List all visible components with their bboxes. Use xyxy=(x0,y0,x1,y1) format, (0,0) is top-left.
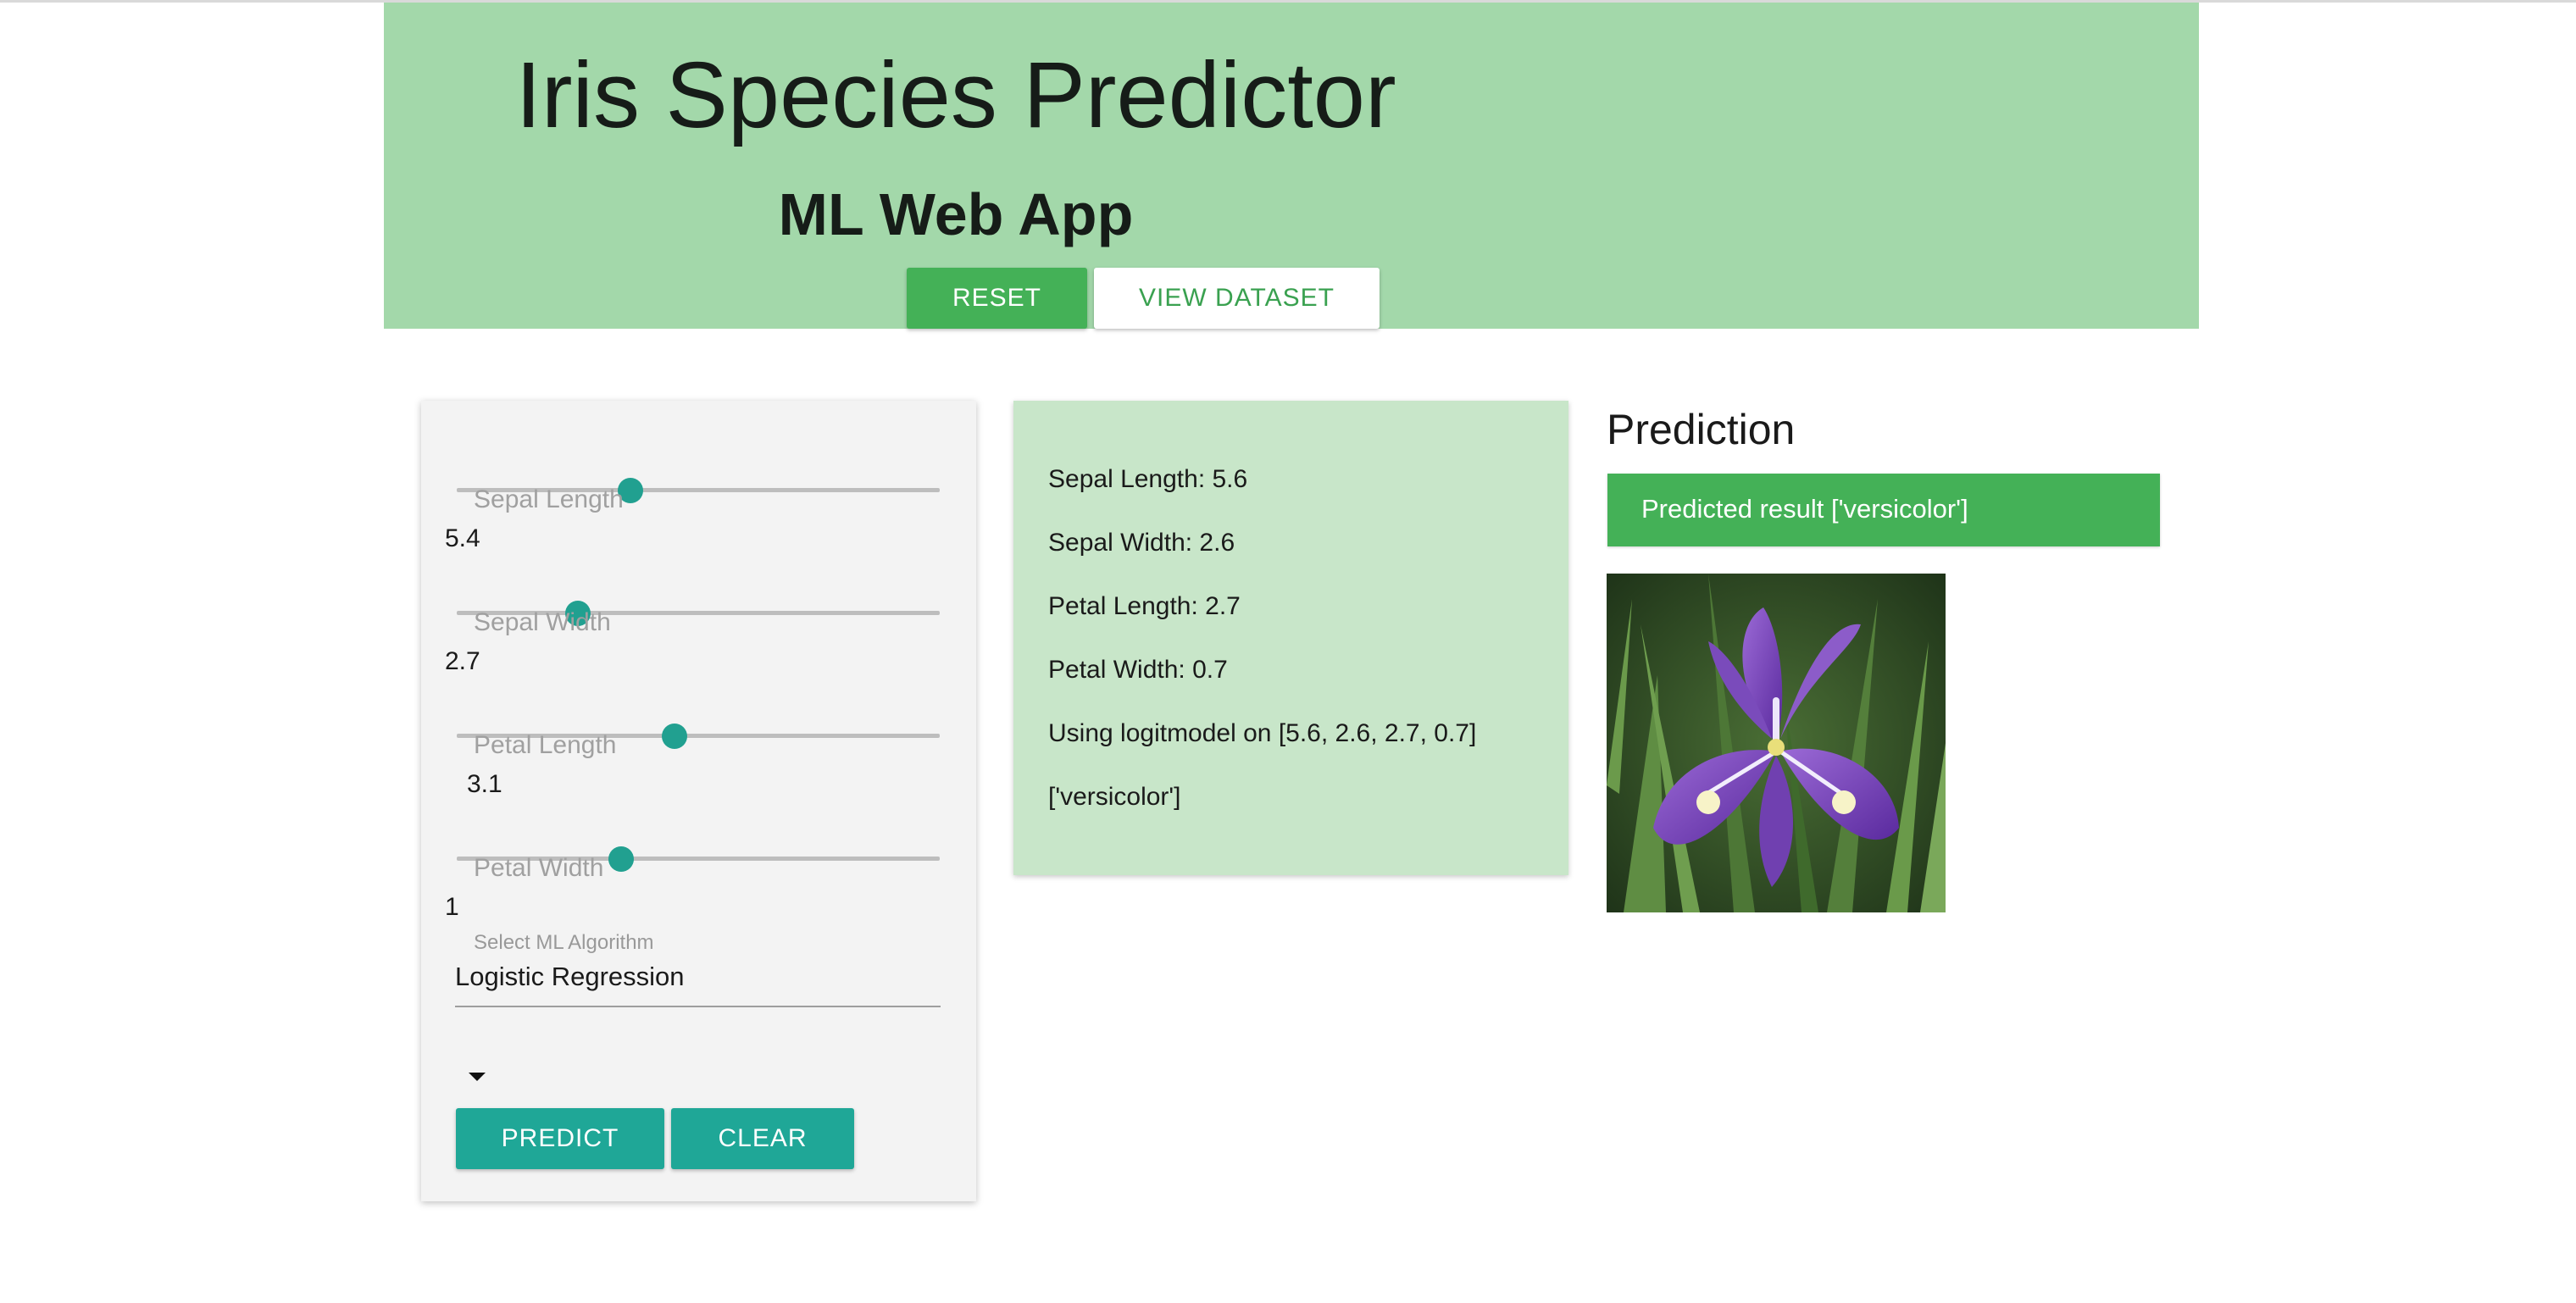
app-title: Iris Species Predictor xyxy=(515,43,1396,147)
summary-result-line: ['versicolor'] xyxy=(1048,783,1181,811)
prediction-result-banner: Predicted result ['versicolor'] xyxy=(1607,474,2160,546)
petal-length-label: Petal Length xyxy=(474,731,617,759)
sepal-length-slider-group: Sepal Length 5.4 xyxy=(421,401,976,552)
sepal-width-label: Sepal Width xyxy=(474,608,611,636)
petal-width-slider-group: Petal Width 1 xyxy=(421,769,976,921)
algorithm-select[interactable]: Logistic Regression xyxy=(455,951,941,1007)
petal-length-slider-thumb[interactable] xyxy=(661,724,687,749)
petal-width-value: 1 xyxy=(445,893,459,921)
iris-flower-illustration xyxy=(1607,574,1946,912)
summary-sepal-length: Sepal Length: 5.6 xyxy=(1048,465,1248,493)
petal-width-label: Petal Width xyxy=(474,854,604,882)
summary-sepal-width: Sepal Width: 2.6 xyxy=(1048,529,1235,557)
app-subtitle: ML Web App xyxy=(778,181,1134,247)
iris-flower-image xyxy=(1607,574,1946,912)
sepal-width-slider-group: Sepal Width 2.7 xyxy=(421,524,976,675)
view-dataset-button[interactable]: VIEW DATASET xyxy=(1094,268,1380,329)
input-summary-card: Sepal Length: 5.6 Sepal Width: 2.6 Petal… xyxy=(1013,401,1568,875)
predict-button[interactable]: PREDICT xyxy=(456,1108,664,1169)
header-banner: Iris Species Predictor ML Web App RESET … xyxy=(384,3,2199,329)
summary-model-line: Using logitmodel on [5.6, 2.6, 2.7, 0.7] xyxy=(1048,719,1477,747)
prediction-result-text: Predicted result ['versicolor'] xyxy=(1641,494,1968,524)
prediction-heading: Prediction xyxy=(1607,406,1796,453)
algorithm-selected-value: Logistic Regression xyxy=(455,962,685,991)
summary-petal-width: Petal Width: 0.7 xyxy=(1048,656,1228,684)
reset-button[interactable]: RESET xyxy=(907,268,1087,329)
input-form-card: Sepal Length 5.4 Sepal Width 2.7 Petal L… xyxy=(421,401,976,1201)
sepal-length-label: Sepal Length xyxy=(474,485,624,513)
petal-width-slider-thumb[interactable] xyxy=(608,846,634,872)
summary-petal-length: Petal Length: 2.7 xyxy=(1048,592,1241,620)
petal-length-slider-group: Petal Length 3.1 xyxy=(421,646,976,798)
caret-down-icon[interactable] xyxy=(469,1073,486,1081)
clear-button[interactable]: CLEAR xyxy=(671,1108,854,1169)
